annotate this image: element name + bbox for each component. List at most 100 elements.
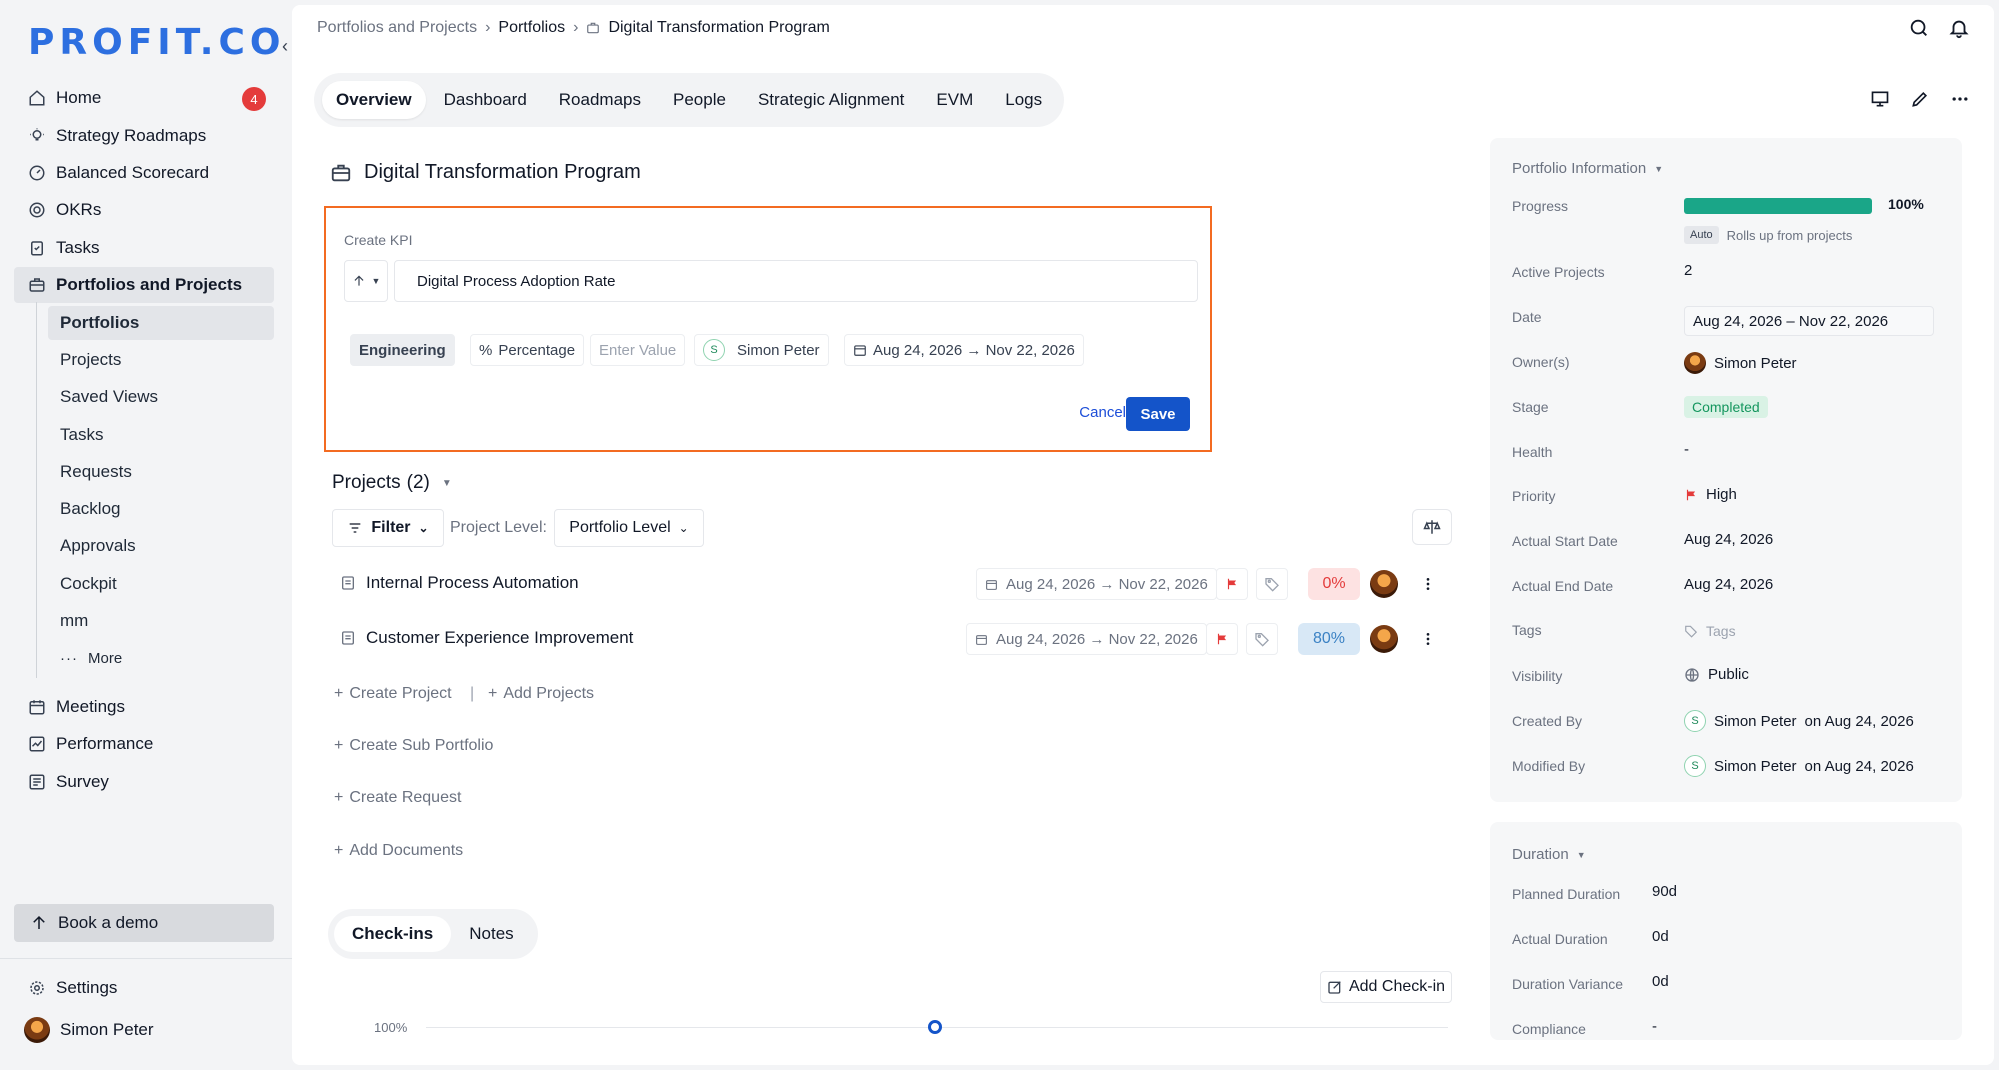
active-projects-value: 2	[1684, 262, 1693, 279]
tab-logs[interactable]: Logs	[991, 81, 1056, 119]
field-label: Active Projects	[1512, 264, 1605, 280]
balance-scale-button[interactable]	[1412, 509, 1452, 545]
breadcrumb-item[interactable]: Portfolios and Projects	[317, 19, 477, 37]
nav-balanced-scorecard[interactable]: Balanced Scorecard	[14, 155, 274, 191]
book-demo-button[interactable]: Book a demo	[14, 904, 274, 942]
tab-strategic-alignment[interactable]: Strategic Alignment	[744, 81, 918, 119]
projects-count: (2)	[406, 472, 430, 493]
department-chip[interactable]: Engineering	[350, 334, 455, 366]
duration-title[interactable]: Duration ▼	[1512, 846, 1586, 863]
nav-settings[interactable]: Settings	[14, 970, 274, 1006]
nav-portfolios-and-projects[interactable]: Portfolios and Projects	[14, 267, 274, 303]
chevron-right-icon: ›	[485, 19, 491, 36]
field-label: Stage	[1512, 399, 1549, 415]
create-sub-portfolio-link[interactable]: + Create Sub Portfolio	[334, 737, 493, 755]
progress-bar-fill	[1684, 198, 1872, 214]
tab-bar: Overview Dashboard Roadmaps People Strat…	[314, 73, 1065, 127]
create-project-link[interactable]: + Create Project	[334, 685, 452, 703]
tags-value[interactable]: Tags	[1684, 623, 1736, 639]
visibility-value[interactable]: Public	[1684, 666, 1749, 683]
nav-tasks[interactable]: Tasks	[14, 230, 274, 266]
nav-performance[interactable]: Performance	[14, 726, 274, 762]
breadcrumb-item[interactable]: Portfolios	[498, 19, 565, 37]
bell-icon[interactable]	[1948, 17, 1970, 39]
filter-button[interactable]: Filter ⌄	[332, 509, 444, 547]
portfolio-info-title[interactable]: Portfolio Information ▼	[1512, 160, 1663, 177]
sub-approvals[interactable]: Approvals	[48, 529, 274, 563]
presentation-icon[interactable]	[1870, 89, 1890, 109]
field-label: Actual Start Date	[1512, 533, 1618, 549]
user-profile[interactable]: Simon Peter	[14, 1012, 274, 1048]
tab-people[interactable]: People	[659, 81, 740, 119]
priority-flag-button[interactable]	[1216, 568, 1248, 600]
owner-value[interactable]: Simon Peter	[1684, 352, 1797, 374]
sub-mm[interactable]: mm	[48, 604, 274, 638]
clipboard-check-icon	[31, 241, 43, 256]
chart-data-point[interactable]	[928, 1020, 942, 1034]
sub-projects[interactable]: Projects	[48, 343, 274, 377]
add-projects-link[interactable]: + Add Projects	[488, 685, 594, 703]
owner-avatar[interactable]	[1370, 625, 1398, 653]
survey-icon	[29, 774, 45, 790]
projects-title: Projects	[332, 472, 401, 493]
date-range-select[interactable]: Aug 24, 2026 → Nov 22, 2026	[844, 334, 1084, 366]
nav-meetings[interactable]: Meetings	[14, 689, 274, 725]
row-menu-button[interactable]	[1412, 568, 1444, 600]
stage-value[interactable]: Completed	[1684, 396, 1768, 418]
priority-value[interactable]: High	[1684, 486, 1737, 503]
created-by-value: S Simon Peter on Aug 24, 2026	[1684, 710, 1914, 732]
nav-label: Home	[56, 88, 102, 107]
document-icon	[342, 631, 354, 645]
row-menu-button[interactable]	[1412, 623, 1444, 655]
tag-button[interactable]	[1256, 568, 1288, 600]
add-check-in-button[interactable]: Add Check-in	[1320, 971, 1452, 1003]
search-icon[interactable]	[1908, 17, 1930, 39]
filter-icon	[350, 523, 361, 533]
owner-avatar[interactable]	[1370, 570, 1398, 598]
project-row-name[interactable]: Internal Process Automation	[340, 573, 579, 593]
tag-button[interactable]	[1246, 623, 1278, 655]
link-separator: |	[470, 685, 475, 702]
priority-flag-button[interactable]	[1206, 623, 1238, 655]
unit-select[interactable]: % Percentage	[470, 334, 585, 366]
sub-portfolios[interactable]: Portfolios	[48, 306, 274, 340]
nav-survey[interactable]: Survey	[14, 764, 274, 800]
unit-label: Percentage	[498, 341, 576, 359]
pencil-icon[interactable]	[1910, 89, 1930, 109]
sub-more[interactable]: ··· More	[48, 641, 274, 675]
project-row-name[interactable]: Customer Experience Improvement	[340, 628, 633, 648]
project-date-range[interactable]: Aug 24, 2026 → Nov 22, 2026	[976, 568, 1217, 600]
sub-tasks[interactable]: Tasks	[48, 418, 274, 452]
tab-evm[interactable]: EVM	[922, 81, 987, 119]
tab-check-ins[interactable]: Check-ins	[334, 916, 452, 952]
project-level-select[interactable]: Portfolio Level ⌄	[554, 509, 704, 547]
field-label: Compliance	[1512, 1021, 1586, 1037]
toolbar	[1870, 89, 1970, 109]
kpi-name-input[interactable]: Digital Process Adoption Rate	[394, 260, 1198, 302]
nav-okrs[interactable]: OKRs	[14, 192, 274, 228]
date-field[interactable]: Aug 24, 2026 – Nov 22, 2026	[1684, 306, 1934, 336]
owner-select[interactable]: S Simon Peter	[694, 334, 829, 366]
nav-home[interactable]: Home 4	[14, 80, 274, 116]
tab-notes[interactable]: Notes	[451, 916, 531, 952]
tab-dashboard[interactable]: Dashboard	[430, 81, 541, 119]
collapse-sidebar-icon[interactable]: ‹	[282, 36, 288, 57]
priority-label: High	[1706, 486, 1737, 503]
sub-saved-views[interactable]: Saved Views	[48, 380, 274, 414]
projects-section-title[interactable]: Projects (2) ▼	[332, 472, 452, 494]
sub-requests[interactable]: Requests	[48, 455, 274, 489]
more-dots-icon: ···	[60, 649, 78, 667]
create-request-link[interactable]: + Create Request	[334, 789, 461, 807]
sub-cockpit[interactable]: Cockpit	[48, 567, 274, 601]
save-button[interactable]: Save	[1126, 397, 1190, 431]
more-horizontal-icon[interactable]	[1950, 89, 1970, 109]
sub-backlog[interactable]: Backlog	[48, 492, 274, 526]
project-date-range[interactable]: Aug 24, 2026 → Nov 22, 2026	[966, 623, 1207, 655]
nav-strategy-roadmaps[interactable]: Strategy Roadmaps	[14, 118, 274, 154]
direction-select[interactable]: ▼	[344, 260, 388, 302]
add-documents-link[interactable]: + Add Documents	[334, 842, 463, 860]
tab-roadmaps[interactable]: Roadmaps	[545, 81, 655, 119]
value-input[interactable]: Enter Value	[590, 334, 686, 366]
cancel-button[interactable]: Cancel	[1079, 404, 1126, 421]
tab-overview[interactable]: Overview	[322, 81, 426, 119]
